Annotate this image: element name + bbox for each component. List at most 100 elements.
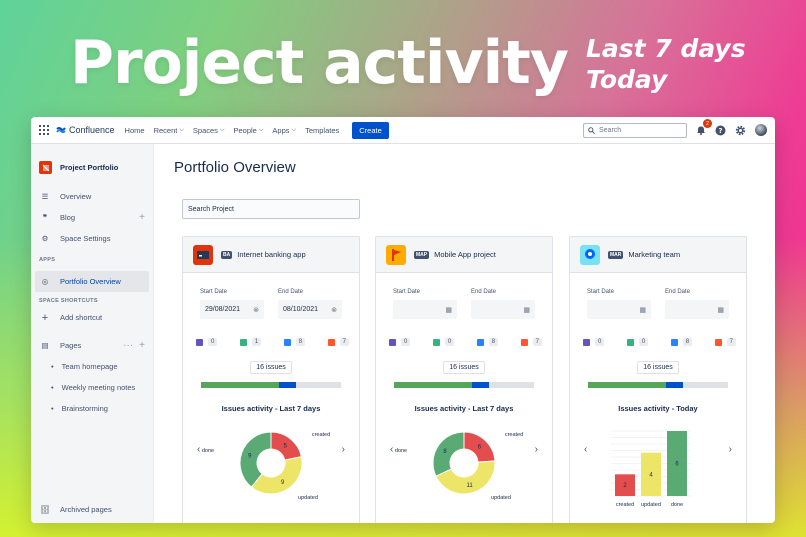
sidebar-item-settings[interactable]: ⚙ Space Settings [31,228,153,249]
space-header[interactable]: Project Portfolio [31,144,153,174]
issue-type-count[interactable]: 0 [196,338,218,346]
progress-done [394,382,473,388]
start-date-field: Start Date ▦ [393,289,457,319]
issue-type-count[interactable]: 7 [520,338,542,346]
activity-chart: 5created9updated9done [202,431,330,501]
sidebar-item-archived[interactable]: 🗄︎ Archived pages [31,499,153,520]
brand-name: Confluence [69,125,115,135]
nav-item-templates[interactable]: Templates [305,126,339,135]
end-date-input[interactable]: ▦ [665,300,729,319]
add-blog-icon[interactable]: + [139,212,145,223]
nav-item-apps[interactable]: Apps ⌵ [272,126,296,135]
nav-item-spaces[interactable]: Spaces ⌵ [193,126,225,135]
issue-type-count[interactable]: 7 [327,338,349,346]
progress-bar [201,382,341,388]
progress-in-progress [279,382,297,388]
end-date-input[interactable]: ▦ [471,300,535,319]
search-input[interactable]: Search [583,122,687,138]
start-date-input[interactable]: ▦ [587,300,651,319]
issue-type-count[interactable]: 1 [239,338,262,346]
project-key: MAR [608,250,624,259]
start-date-input[interactable]: ▦ [393,300,457,319]
end-date-label: End Date [278,289,304,295]
count-value: 7 [532,338,542,346]
sidebar-item-blog[interactable]: ❞ Blog + [31,207,153,228]
calendar-icon[interactable]: ▦ [523,306,530,314]
issue-type-icon [626,338,634,346]
add-shortcut-button[interactable]: + Add shortcut [31,307,153,328]
slice-category-label: created [505,432,523,438]
card-header[interactable]: MAR Marketing team [570,237,746,273]
calendar-icon[interactable]: ▦ [445,306,452,314]
start-date-input[interactable]: 29/08/2021 ⊗ [200,300,264,319]
issue-type-count[interactable]: 0 [389,338,411,346]
sidebar-item-overview[interactable]: ☰ Overview [31,186,153,207]
issue-type-count[interactable]: 8 [283,338,306,346]
donut-slice-done[interactable] [432,431,465,477]
clear-icon[interactable]: ⊗ [331,306,337,314]
progress-bar [394,382,534,388]
end-date-input[interactable]: 08/10/2021 ⊗ [278,300,342,319]
issue-type-icon [583,338,590,346]
bar-category-label: done [671,502,683,508]
sidebar-item-label: Space Settings [60,234,111,243]
issue-type-count[interactable]: 0 [626,338,649,346]
quote-icon: ❞ [42,213,48,222]
nav-item-people[interactable]: People ⌵ [233,126,263,135]
page-tree-item[interactable]: Team homepage [31,356,153,377]
project-icon [580,244,600,265]
issue-type-count[interactable]: 0 [432,338,455,346]
project-card: MAR Marketing team Start Date ▦ End Date… [569,236,747,523]
create-button[interactable]: Create [352,121,389,139]
issue-type-icon [196,338,203,346]
notifications-button[interactable]: 2 [696,119,712,135]
sidebar-item-pages[interactable]: ▤ Pages ··· + [31,335,153,356]
app-switcher-icon[interactable] [39,125,49,135]
calendar-icon[interactable]: ▦ [639,306,646,314]
sidebar-item-label: Pages [60,341,82,350]
issue-type-count[interactable]: 8 [476,338,499,346]
search-project-input[interactable]: Search Project [182,199,360,219]
nav-item-recent[interactable]: Recent ⌵ [154,126,184,135]
activity-title: Issues activity - Last 7 days [414,404,514,413]
issue-type-icon [239,338,247,346]
nav-item-label: Recent [153,125,178,135]
issue-type-counts: 0 0 8 7 [389,338,542,346]
target-icon: ◎ [41,277,49,286]
main-content: Portfolio Overview Search Project BA Int… [154,144,775,523]
avatar[interactable] [755,124,767,136]
gear-icon[interactable] [735,125,746,136]
slice-category-label: done [395,448,407,454]
sidebar-item-portfolio-overview[interactable]: ◎ Portfolio Overview [35,271,149,292]
project-key: BA [221,250,233,259]
clear-icon[interactable]: ⊗ [253,306,259,314]
slice-category-label: updated [491,495,511,501]
card-header[interactable]: MAP Mobile App project [376,237,552,273]
issue-type-icon [520,338,528,346]
end-date-field: End Date ▦ [471,289,535,319]
slice-value-label: 11 [466,483,473,489]
nav-item-label: People [233,125,257,135]
add-page-icon[interactable]: + [139,340,145,351]
nav-item-label: Spaces [192,125,218,135]
help-icon[interactable]: ? [715,125,726,136]
issue-type-count[interactable]: 8 [670,338,693,346]
card-header[interactable]: BA Internet banking app [183,237,359,273]
confluence-logo[interactable]: Confluence [56,125,115,135]
page-tree-item[interactable]: Weekly meeting notes [31,377,153,398]
nav-item-label: Templates [305,125,340,135]
more-icon[interactable]: ··· [123,340,133,351]
calendar-icon[interactable]: ▦ [717,306,724,314]
sidebar-item-label: Archived pages [60,505,112,514]
end-date-field: End Date 08/10/2021 ⊗ [278,289,342,319]
count-value: 8 [295,338,306,346]
start-date-field: Start Date ▦ [587,289,651,319]
pages-icon: ▤ [41,341,49,350]
nav-item-home[interactable]: Home [125,126,145,135]
count-value: 0 [595,338,605,346]
page-tree-item[interactable]: Brainstorming [31,398,153,419]
hero-title: Project activity [70,28,569,98]
issue-type-count[interactable]: 0 [583,338,605,346]
page-tree: Team homepageWeekly meeting notesBrainst… [31,356,153,419]
issue-type-count[interactable]: 7 [714,338,736,346]
